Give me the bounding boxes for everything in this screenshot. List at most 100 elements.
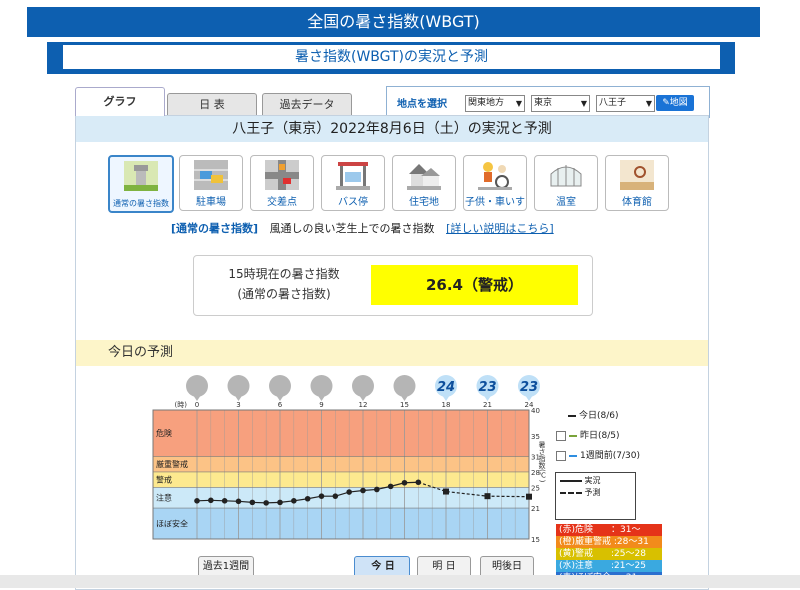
tab-past-data[interactable]: 過去データ — [262, 93, 352, 116]
observed-point — [235, 498, 242, 505]
description-text: 風通しの良い芝生上での暑さ指数 — [269, 222, 435, 235]
category-parking[interactable]: 駐車場 — [179, 155, 243, 211]
band-label: ほぼ安全 — [156, 519, 188, 529]
tab-graph[interactable]: グラフ — [75, 87, 165, 116]
category-child-wheelchair[interactable]: 子供・車いす — [463, 155, 527, 211]
scale-warning: (黄)警戒 :25～28 — [556, 548, 662, 560]
observed-point — [374, 486, 380, 493]
forecast-value: 23 — [478, 380, 496, 395]
observed-point — [194, 498, 200, 504]
city-value: 八王子 — [599, 98, 627, 108]
intersection-icon — [265, 160, 299, 190]
legend-week-ago[interactable]: 1週間前(7/30) — [556, 446, 640, 466]
category-label: 子供・車いす — [465, 197, 525, 208]
observed-point — [221, 498, 228, 504]
scale-caution: (水)注意 :21～25 — [556, 560, 662, 572]
map-icon: ✎ — [662, 98, 670, 108]
current-value-box: 15時現在の暑さ指数 (通常の暑さ指数) 26.4（警戒） — [193, 255, 593, 316]
site-header: 全国の暑さ指数(WBGT) — [27, 7, 760, 37]
y-axis-label: 暑さ指数(℃) — [538, 441, 546, 483]
past-bubble — [310, 375, 333, 397]
location-selector: 地点を選択 関東地方 ▼ 東京 ▼ 八王子 ▼ ✎地図 — [386, 86, 710, 118]
legend-label: 1週間前(7/30) — [580, 451, 640, 461]
prefecture-select[interactable]: 東京 ▼ — [531, 95, 590, 112]
category-label: 駐車場 — [196, 197, 226, 208]
y-tick-label: 25 — [531, 484, 540, 492]
city-select[interactable]: 八王子 ▼ — [596, 95, 655, 112]
past-bubble — [352, 375, 374, 397]
prefecture-value: 東京 — [534, 98, 553, 108]
x-tick-label: 12 — [359, 401, 368, 409]
today-forecast-title: 今日の予測 — [108, 345, 174, 360]
gymnasium-icon — [620, 160, 654, 190]
map-button[interactable]: ✎地図 — [656, 95, 694, 111]
residential-icon — [407, 164, 441, 190]
observed-point — [249, 499, 256, 506]
band-label: 厳重警戒 — [156, 459, 188, 469]
observed-point — [346, 489, 352, 495]
description-row: [通常の暑さ指数] 風通しの良い芝生上での暑さ指数 [詳しい説明はこちら] — [171, 220, 554, 236]
region-select[interactable]: 関東地方 ▼ — [465, 95, 525, 112]
observed-point — [360, 487, 366, 494]
region-value: 関東地方 — [468, 98, 505, 108]
category-greenhouse[interactable]: 温室 — [534, 155, 598, 211]
forecast-value: 24 — [437, 380, 455, 395]
category-intersection[interactable]: 交差点 — [250, 155, 314, 211]
observed-point — [208, 497, 214, 504]
category-label: 温室 — [556, 197, 576, 208]
forecast-point — [526, 493, 532, 500]
current-label: 15時現在の暑さ指数 (通常の暑さ指数) — [204, 264, 364, 304]
forecast-value: 23 — [520, 380, 538, 395]
key-observed: 実況 — [584, 476, 601, 485]
past-bubble — [269, 375, 291, 397]
subheader-title: 暑さ指数(WBGT)の実況と予測 — [63, 45, 720, 69]
x-tick-label: 21 — [483, 401, 492, 409]
key-forecast: 予測 — [584, 488, 601, 497]
x-tick-label: 6 — [278, 401, 283, 409]
legend-today[interactable]: 今日(8/6) — [556, 406, 640, 426]
category-normal[interactable]: 通常の暑さ指数 — [108, 155, 174, 213]
observed-point — [291, 498, 297, 504]
bus-stop-icon — [336, 162, 370, 190]
subheader: 暑さ指数(WBGT)の実況と予測 — [47, 42, 735, 74]
main-panel: 八王子（東京）2022年8月6日（土）の実況と予測 通常の暑さ指数 駐車場 交差… — [75, 115, 709, 590]
scale-severe-warning: (橙)厳重警戒 :28～31 — [556, 536, 662, 548]
x-tick-label: 3 — [236, 401, 240, 409]
details-link[interactable]: [詳しい説明はこちら] — [446, 222, 554, 235]
y-tick-label: 40 — [531, 407, 540, 415]
child-wheelchair-icon — [478, 162, 512, 190]
current-label-line2: (通常の暑さ指数) — [237, 287, 331, 301]
band-label: 警戒 — [156, 475, 172, 485]
today-forecast-header: 今日の予測 — [76, 340, 708, 366]
observed-point — [263, 500, 269, 506]
y-tick-label: 21 — [531, 505, 540, 513]
category-label: バス停 — [338, 197, 368, 208]
past-bubble — [186, 375, 208, 397]
page-title: 八王子（東京）2022年8月6日（土）の実況と予測 — [76, 116, 708, 142]
checkbox[interactable] — [556, 451, 566, 461]
category-bus-stop[interactable]: バス停 — [321, 155, 385, 211]
x-tick-label: 18 — [442, 401, 451, 409]
x-tick-label: 0 — [195, 401, 199, 409]
y-tick-label: 15 — [531, 536, 540, 544]
description-category: [通常の暑さ指数] — [171, 222, 259, 235]
category-residential[interactable]: 住宅地 — [392, 155, 456, 211]
observed-point — [332, 493, 339, 499]
category-label: 住宅地 — [409, 197, 439, 208]
scrollbar[interactable] — [0, 575, 800, 588]
y-tick-label: 35 — [531, 433, 540, 441]
tab-daily-table[interactable]: 日 表 — [167, 93, 257, 116]
observed-point — [387, 483, 394, 490]
chevron-down-icon: ▼ — [580, 99, 587, 108]
current-value: 26.4（警戒） — [371, 265, 578, 305]
legend-yesterday[interactable]: 昨日(8/5) — [556, 426, 640, 446]
observed-point — [401, 479, 408, 486]
category-label: 通常の暑さ指数 — [113, 199, 169, 208]
observed-point — [318, 493, 325, 499]
parking-lot-icon — [194, 160, 228, 190]
chevron-down-icon: ▼ — [645, 99, 652, 108]
category-gymnasium[interactable]: 体育館 — [605, 155, 669, 211]
scale-danger: (赤)危険 ：31～ — [556, 524, 662, 536]
checkbox[interactable] — [556, 431, 566, 441]
category-label: 交差点 — [267, 197, 297, 208]
